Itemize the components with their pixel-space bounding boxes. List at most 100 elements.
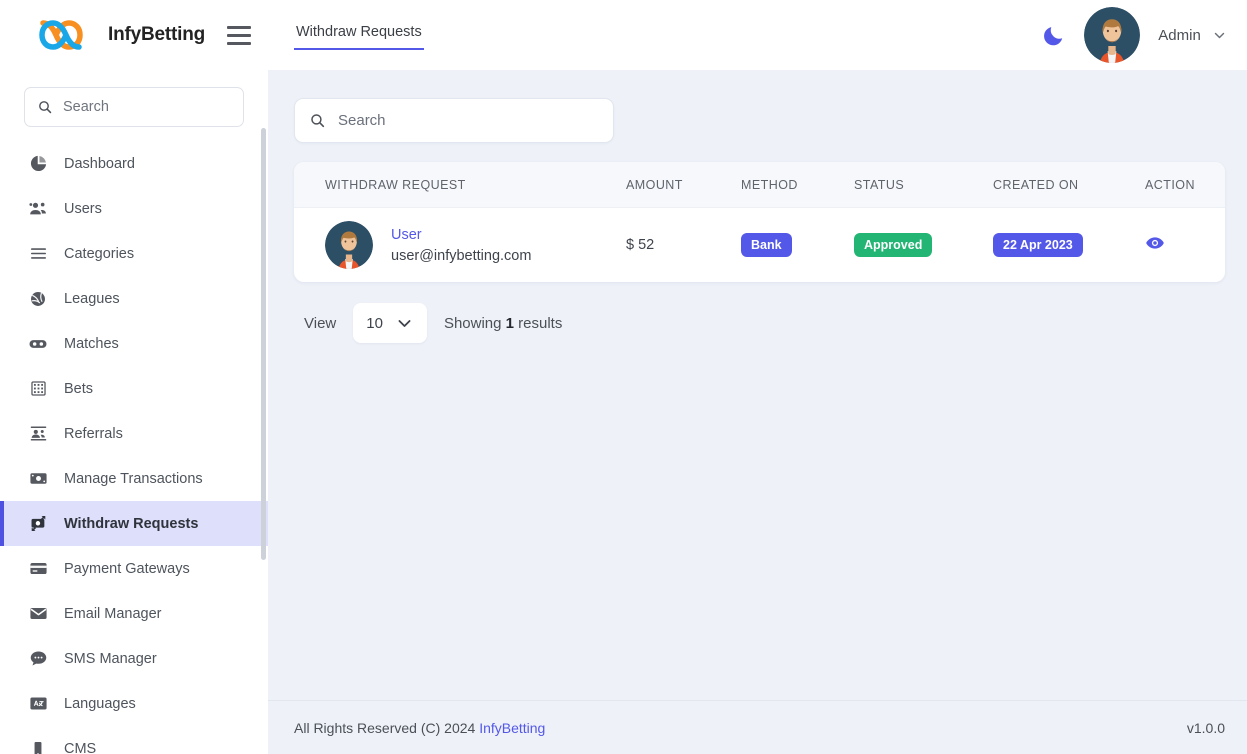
copyright-text: All Rights Reserved (C) 2024 xyxy=(294,719,476,736)
user-text: User user@infybetting.com xyxy=(391,227,531,264)
version-label: v1.0.0 xyxy=(1186,719,1225,736)
list-icon xyxy=(28,244,48,264)
method-badge: Bank xyxy=(741,232,792,258)
sidebar-item-sms-manager[interactable]: SMS Manager xyxy=(0,636,268,681)
top-right-controls: Admin xyxy=(1042,7,1247,63)
money-transfer-icon xyxy=(28,514,48,534)
hamburger-menu-icon[interactable] xyxy=(227,22,253,48)
sidebar-scrollbar[interactable] xyxy=(261,128,266,560)
top-navigation-tabs: Withdraw Requests xyxy=(268,0,1042,70)
chat-sms-icon xyxy=(28,649,48,669)
created-on-badge: 22 Apr 2023 xyxy=(993,232,1083,258)
column-header-action: ACTION xyxy=(1145,162,1225,208)
sidebar-item-label: SMS Manager xyxy=(64,650,157,667)
cell-method: Bank xyxy=(741,208,854,283)
sidebar-search-placeholder: Search xyxy=(63,99,109,115)
sidebar-item-label: Referrals xyxy=(64,425,123,442)
table-row: User user@infybetting.com $ 52 Bank Appr… xyxy=(294,208,1225,283)
sidebar-item-label: Bets xyxy=(64,380,94,397)
avatar[interactable] xyxy=(1084,7,1140,63)
user-email: user@infybetting.com xyxy=(391,247,532,264)
sidebar-item-label: Email Manager xyxy=(64,605,162,622)
withdraw-requests-table: WITHDRAW REQUEST AMOUNT METHOD STATUS CR… xyxy=(294,162,1225,282)
moon-icon[interactable] xyxy=(1042,23,1066,47)
cell-status: Approved xyxy=(854,208,993,283)
top-header-bar: InfyBetting Withdraw Requests Admin xyxy=(0,0,1247,70)
showing-suffix: results xyxy=(518,314,563,332)
sidebar-item-matches[interactable]: Matches xyxy=(0,321,268,366)
search-icon xyxy=(309,112,326,129)
money-bill-icon xyxy=(28,469,48,489)
sidebar: Search Dashboard Users Categories League… xyxy=(0,70,268,754)
main-content: Search WITHDRAW REQUEST AMOUNT METHOD ST… xyxy=(268,70,1247,754)
tab-label: Withdraw Requests xyxy=(296,24,422,40)
chevron-down-icon xyxy=(1212,28,1227,43)
sidebar-item-label: Withdraw Requests xyxy=(64,515,199,532)
credit-card-icon xyxy=(28,559,48,579)
sidebar-item-withdraw-requests[interactable]: Withdraw Requests xyxy=(0,501,268,546)
column-header-withdraw-request: WITHDRAW REQUEST xyxy=(294,162,626,208)
chevron-down-icon xyxy=(395,314,414,333)
status-badge: Approved xyxy=(854,232,933,258)
sidebar-item-languages[interactable]: Languages xyxy=(0,681,268,726)
user-avatar-icon xyxy=(1084,7,1140,63)
sidebar-menu: Dashboard Users Categories Leagues Match… xyxy=(0,139,268,754)
brand-name: InfyBetting xyxy=(108,24,206,45)
showing-prefix: Showing xyxy=(443,314,502,332)
footer: All Rights Reserved (C) 2024 InfyBetting… xyxy=(268,700,1247,754)
sidebar-item-leagues[interactable]: Leagues xyxy=(0,276,268,321)
tab-withdraw-requests[interactable]: Withdraw Requests xyxy=(294,20,424,50)
body-wrapper: Search Dashboard Users Categories League… xyxy=(0,70,1247,754)
eye-icon[interactable] xyxy=(1145,233,1165,253)
translate-icon xyxy=(28,694,48,714)
column-header-created-on: CREATED ON xyxy=(993,162,1145,208)
table-body: User user@infybetting.com $ 52 Bank Appr… xyxy=(294,208,1225,283)
withdraw-requests-table-card: WITHDRAW REQUEST AMOUNT METHOD STATUS CR… xyxy=(294,162,1225,282)
sidebar-item-payment-gateways[interactable]: Payment Gateways xyxy=(0,546,268,591)
ball-icon xyxy=(28,289,48,309)
gamepad-icon xyxy=(28,334,48,354)
user-name-link[interactable]: User xyxy=(391,227,531,243)
page-size-value: 10 xyxy=(366,314,383,332)
search-icon xyxy=(37,99,53,115)
page-size-select[interactable]: 10 xyxy=(353,303,427,343)
sidebar-item-label: Leagues xyxy=(64,290,120,307)
pagination-controls: View 10 Showing 1 results xyxy=(294,282,1225,343)
table-header-row: WITHDRAW REQUEST AMOUNT METHOD STATUS CR… xyxy=(294,162,1225,208)
footer-brand-link[interactable]: InfyBetting xyxy=(479,720,545,736)
sidebar-item-categories[interactable]: Categories xyxy=(0,231,268,276)
sidebar-scrollbar-thumb[interactable] xyxy=(261,128,266,560)
sidebar-item-email-manager[interactable]: Email Manager xyxy=(0,591,268,636)
sidebar-item-label: Users xyxy=(64,200,102,217)
sidebar-item-dashboard[interactable]: Dashboard xyxy=(0,141,268,186)
view-label: View xyxy=(304,314,337,332)
search-input[interactable]: Search xyxy=(294,98,614,143)
sidebar-item-label: CMS xyxy=(64,740,97,754)
column-header-method: METHOD xyxy=(741,162,854,208)
sidebar-search-wrapper: Search xyxy=(0,70,268,139)
sidebar-item-users[interactable]: Users xyxy=(0,186,268,231)
footer-copyright: All Rights Reserved (C) 2024 InfyBetting xyxy=(294,720,545,736)
sidebar-item-label: Payment Gateways xyxy=(64,560,190,577)
admin-menu-button[interactable]: Admin xyxy=(1158,27,1227,44)
sidebar-search-input[interactable]: Search xyxy=(24,87,244,127)
pie-chart-icon xyxy=(28,154,48,174)
user-avatar-icon xyxy=(325,221,373,269)
user-cell: User user@infybetting.com xyxy=(325,221,626,269)
infinity-logo-icon xyxy=(24,15,98,55)
column-header-status: STATUS xyxy=(854,162,993,208)
admin-label: Admin xyxy=(1158,26,1201,44)
showing-results-text: Showing 1 results xyxy=(444,315,562,332)
referral-users-icon xyxy=(28,424,48,444)
sidebar-item-bets[interactable]: Bets xyxy=(0,366,268,411)
table-header: WITHDRAW REQUEST AMOUNT METHOD STATUS CR… xyxy=(294,162,1225,208)
sidebar-item-manage-transactions[interactable]: Manage Transactions xyxy=(0,456,268,501)
sidebar-item-cms[interactable]: CMS xyxy=(0,726,268,754)
sidebar-item-label: Languages xyxy=(64,695,136,712)
cell-amount: $ 52 xyxy=(626,237,655,253)
showing-count: 1 xyxy=(505,314,514,332)
cell-created-on: 22 Apr 2023 xyxy=(993,208,1145,283)
admin-dashboard-page: InfyBetting Withdraw Requests Admin Sear… xyxy=(0,0,1247,754)
cell-action xyxy=(1145,208,1225,283)
sidebar-item-referrals[interactable]: Referrals xyxy=(0,411,268,456)
